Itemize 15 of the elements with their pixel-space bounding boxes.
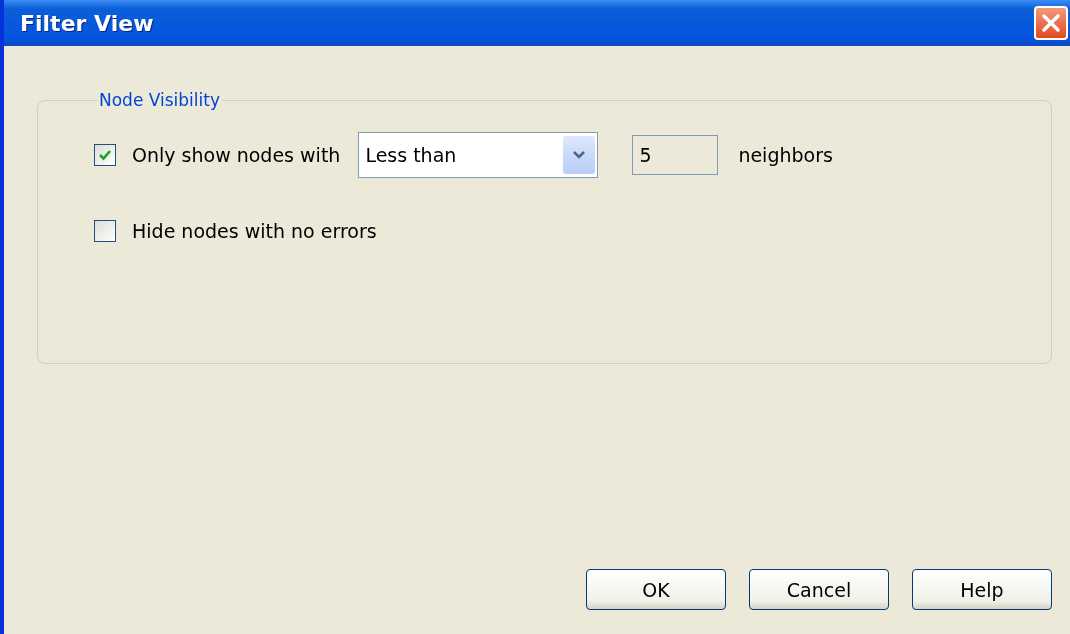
group-title: Node Visibility [98,90,222,110]
close-button[interactable] [1034,6,1068,40]
checkbox[interactable] [94,220,116,242]
check-icon [98,148,112,162]
window-title: Filter View [20,10,154,36]
dialog-button[interactable]: Cancel [749,569,889,610]
dropdown[interactable]: Less than [358,132,599,178]
checkbox-label: Hide nodes with no errors [132,220,377,242]
close-icon [1040,12,1062,34]
unit-label: neighbors [738,144,833,166]
number-field[interactable]: 5 [632,135,719,175]
dialog-button[interactable]: Help [912,569,1052,610]
checkbox-label: Only show nodes with [132,144,341,166]
dialog-button[interactable]: OK [586,569,726,610]
checkbox[interactable] [94,144,116,166]
